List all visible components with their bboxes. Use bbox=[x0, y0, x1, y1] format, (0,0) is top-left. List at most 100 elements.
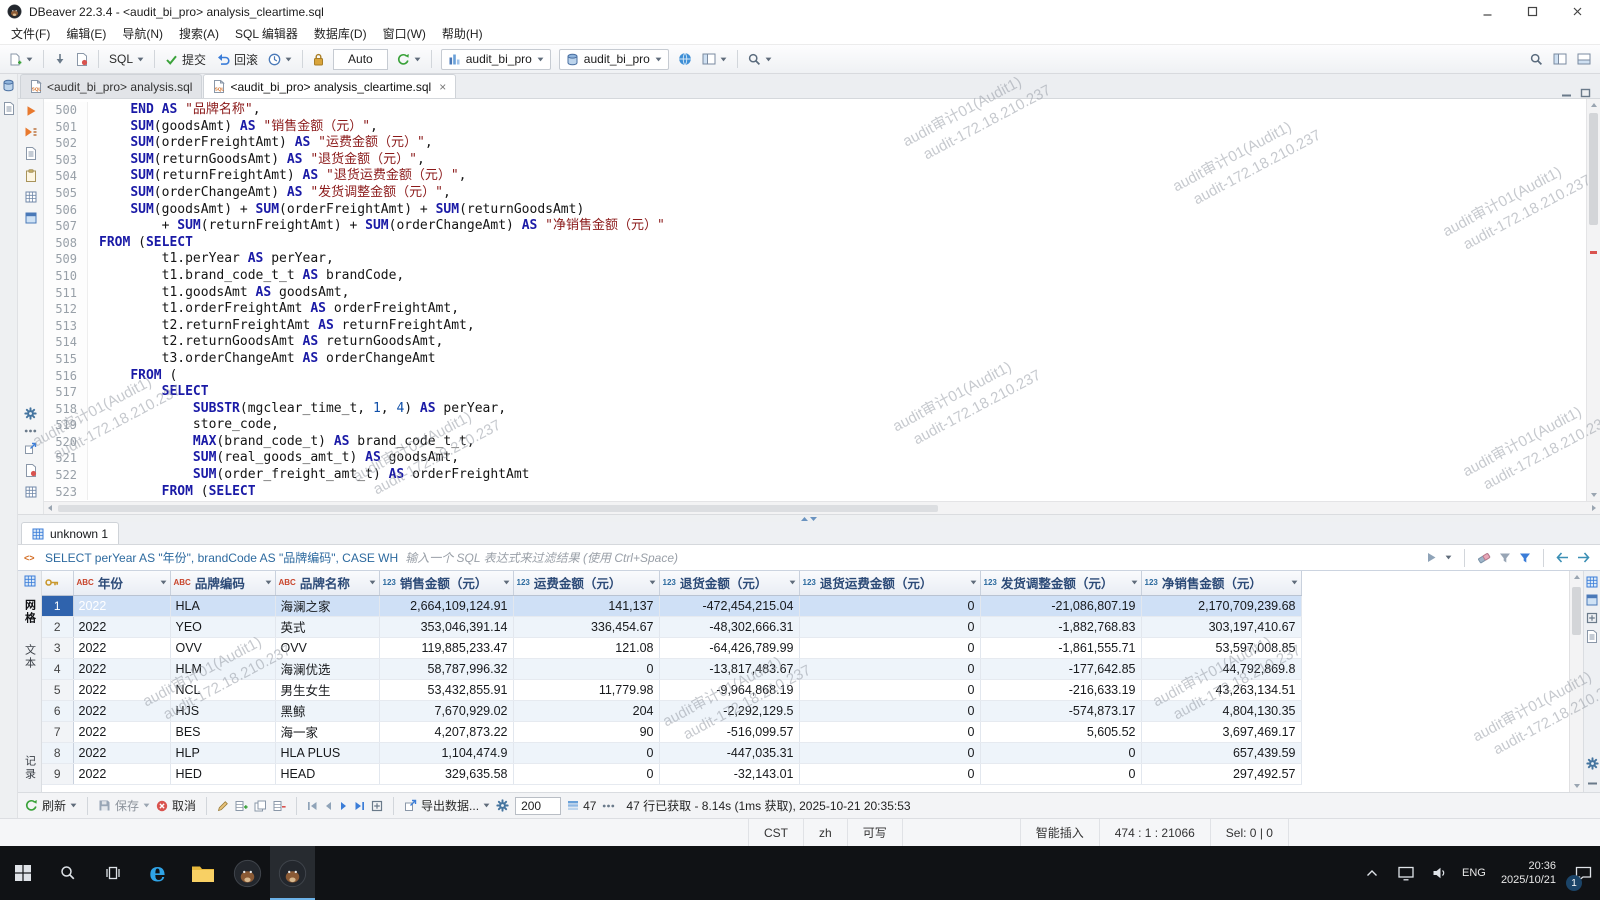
templates-button[interactable] bbox=[25, 191, 37, 203]
cell[interactable]: 0 bbox=[799, 700, 981, 722]
row-number-cell[interactable]: 9 bbox=[42, 763, 74, 785]
editor-tab[interactable]: SQL <audit_bi_pro> analysis_cleartime.sql… bbox=[203, 74, 457, 98]
row-number-cell[interactable]: 8 bbox=[42, 742, 74, 764]
cell[interactable]: -64,426,789.99 bbox=[659, 637, 800, 659]
cell[interactable]: 7,670,929.02 bbox=[379, 700, 514, 722]
grid-presentation-icon[interactable] bbox=[24, 575, 36, 587]
scrollbar-thumb[interactable] bbox=[58, 504, 938, 512]
cell[interactable]: 0 bbox=[513, 742, 660, 764]
filter-icon[interactable] bbox=[1519, 552, 1531, 564]
edit-cell-button[interactable] bbox=[217, 800, 229, 812]
chevron-down-icon[interactable] bbox=[655, 57, 662, 62]
export-button[interactable] bbox=[24, 442, 37, 455]
result-grid-button[interactable] bbox=[25, 486, 37, 498]
code-line[interactable]: 515 t3.orderChangeAmt AS orderChangeAmt bbox=[44, 350, 1586, 368]
cell[interactable]: 4,804,130.35 bbox=[1141, 700, 1302, 722]
sql-dialect-selector[interactable]: SQL bbox=[105, 48, 148, 71]
cell[interactable]: 0 bbox=[799, 763, 981, 785]
menu-item[interactable]: 编辑(E) bbox=[58, 23, 114, 44]
result-settings-button[interactable] bbox=[496, 799, 509, 812]
menu-item[interactable]: 导航(N) bbox=[114, 23, 171, 44]
cell[interactable]: HLA PLUS bbox=[275, 742, 380, 764]
cell[interactable]: 2022 bbox=[73, 763, 171, 785]
file-explorer-button[interactable] bbox=[180, 846, 225, 900]
code-line[interactable]: 503 SUM(returnGoodsAmt) AS "退货金额（元）", bbox=[44, 151, 1586, 169]
filter-caret-icon[interactable] bbox=[265, 580, 272, 585]
code-lines[interactable]: 500 END AS "品牌名称", 501 SUM(goodsAmt) AS "… bbox=[44, 99, 1586, 501]
row-number-cell[interactable]: 5 bbox=[42, 679, 74, 701]
cell[interactable]: HLM bbox=[170, 658, 276, 680]
chevron-down-icon[interactable] bbox=[483, 803, 490, 808]
menu-item[interactable]: 帮助(H) bbox=[434, 23, 491, 44]
cell[interactable]: 0 bbox=[513, 763, 660, 785]
row-number-cell[interactable]: 7 bbox=[42, 721, 74, 743]
history-forward-icon[interactable] bbox=[1577, 552, 1590, 563]
filter-caret-icon[interactable] bbox=[649, 580, 656, 585]
cell[interactable]: BES bbox=[170, 721, 276, 743]
script-log-button[interactable] bbox=[25, 169, 37, 182]
cell[interactable]: -516,099.57 bbox=[659, 721, 800, 743]
cell[interactable]: 329,635.58 bbox=[379, 763, 514, 785]
cell[interactable]: NCL bbox=[170, 679, 276, 701]
row-number-cell[interactable]: 1 bbox=[42, 595, 74, 617]
cell[interactable]: 0 bbox=[799, 637, 981, 659]
code-line[interactable]: 501 SUM(goodsAmt) AS "销售金额（元）", bbox=[44, 118, 1586, 136]
scroll-up-icon[interactable] bbox=[1590, 102, 1598, 108]
code-line[interactable]: 509 t1.perYear AS perYear, bbox=[44, 251, 1586, 268]
cell[interactable]: 2022 bbox=[73, 742, 171, 764]
cell[interactable]: -216,633.19 bbox=[980, 679, 1142, 701]
task-view-button[interactable] bbox=[90, 846, 135, 900]
panel-calc-icon[interactable] bbox=[1586, 612, 1598, 624]
cell[interactable]: 海一家 bbox=[275, 721, 380, 743]
tab-close-icon[interactable]: × bbox=[439, 80, 446, 94]
code-line[interactable]: 510 t1.brand_code_t_t AS brandCode, bbox=[44, 267, 1586, 285]
globe-button[interactable] bbox=[674, 48, 696, 71]
results-tab[interactable]: unknown 1 bbox=[21, 522, 120, 544]
fetch-size-input[interactable] bbox=[515, 796, 562, 815]
previous-row-button[interactable] bbox=[324, 801, 333, 811]
rollback-button[interactable]: 回滚 bbox=[212, 48, 262, 71]
code-line[interactable]: 519 store_code, bbox=[44, 417, 1586, 434]
row-number-cell[interactable]: 2 bbox=[42, 616, 74, 638]
apply-filter-icon[interactable] bbox=[1426, 552, 1437, 563]
code-line[interactable]: 512 t1.orderFreightAmt AS orderFreightAm… bbox=[44, 301, 1586, 318]
menu-item[interactable]: SQL 编辑器 bbox=[227, 23, 306, 44]
log-button[interactable] bbox=[25, 464, 37, 477]
cell[interactable]: 5,605.52 bbox=[980, 721, 1142, 743]
cell[interactable]: 119,885,233.47 bbox=[379, 637, 514, 659]
cell[interactable]: 0 bbox=[513, 658, 660, 680]
cell[interactable]: 0 bbox=[799, 742, 981, 764]
cell[interactable]: -32,143.01 bbox=[659, 763, 800, 785]
cell[interactable]: 43,263,134.51 bbox=[1141, 679, 1302, 701]
menu-item[interactable]: 搜索(A) bbox=[171, 23, 227, 44]
refresh-connection-button[interactable] bbox=[393, 48, 425, 71]
cancel-button[interactable]: 取消 bbox=[156, 797, 196, 814]
code-line[interactable]: 522 SUM(order_freight_amt_t) AS orderFre… bbox=[44, 467, 1586, 484]
editor-results-splitter[interactable] bbox=[18, 514, 1600, 522]
edge-button[interactable]: e bbox=[135, 846, 180, 900]
filter-caret-icon[interactable] bbox=[789, 580, 796, 585]
code-line[interactable]: 502 SUM(orderFreightAmt) AS "运费金额（元）", bbox=[44, 135, 1586, 152]
code-line[interactable]: 516 FROM ( bbox=[44, 367, 1586, 385]
row-number-cell[interactable]: 4 bbox=[42, 658, 74, 680]
cell[interactable]: -1,861,555.71 bbox=[980, 637, 1142, 659]
maximize-button[interactable] bbox=[1510, 0, 1555, 23]
cell[interactable]: 0 bbox=[799, 721, 981, 743]
cell[interactable]: 4,207,873.22 bbox=[379, 721, 514, 743]
cell[interactable]: OVV bbox=[275, 637, 380, 659]
cell[interactable]: 303,197,410.67 bbox=[1141, 616, 1302, 638]
cell[interactable]: 2022 bbox=[73, 721, 171, 743]
cell[interactable]: 2,170,709,239.68 bbox=[1141, 595, 1302, 617]
filter-caret-icon[interactable] bbox=[1291, 580, 1298, 585]
transaction-log-button[interactable] bbox=[264, 48, 296, 71]
chevron-down-icon[interactable] bbox=[537, 57, 544, 62]
chevron-down-icon[interactable] bbox=[143, 803, 150, 808]
code-line[interactable]: 518 SUBSTR(mgclear_time_t, 1, 4) AS perY… bbox=[44, 400, 1586, 418]
tray-expand-button[interactable] bbox=[1355, 846, 1389, 900]
execute-script-button[interactable] bbox=[24, 126, 37, 138]
action-center-button[interactable]: 1 bbox=[1566, 846, 1600, 900]
sash-arrows-icon[interactable] bbox=[800, 516, 818, 522]
tray-display-button[interactable] bbox=[1389, 846, 1423, 900]
cell[interactable]: 0 bbox=[980, 742, 1142, 764]
cell[interactable]: 44,792,869.8 bbox=[1141, 658, 1302, 680]
